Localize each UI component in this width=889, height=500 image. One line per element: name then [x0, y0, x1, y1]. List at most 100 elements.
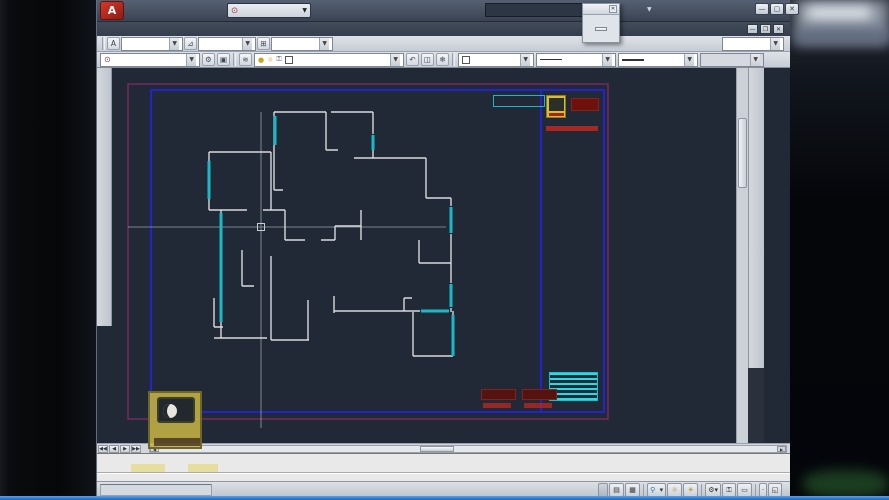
dim-style-icon[interactable]: ⊿: [184, 37, 197, 50]
work-area: [97, 68, 790, 443]
annotation-scale-button[interactable]: ⚲ ▾: [647, 483, 667, 497]
annotation-autoscale-icon[interactable]: ☀: [683, 483, 699, 497]
color-dropdown[interactable]: ▼: [458, 52, 534, 67]
layer-properties-icon[interactable]: ≋: [239, 53, 252, 66]
video-left-bar: [0, 0, 96, 500]
lineweight-dropdown[interactable]: ▼: [618, 52, 698, 67]
window-controls: — ▢ ✕: [755, 3, 799, 15]
layer-previous-icon[interactable]: ↶: [406, 53, 419, 66]
reference-note-label: [493, 95, 545, 107]
tab-nav-next-icon[interactable]: ▶: [120, 444, 130, 453]
toolbar-lock-icon[interactable]: ⚿: [722, 483, 736, 497]
quick-view-drawings-icon[interactable]: ▦: [625, 483, 641, 497]
weekedu-logo-image: [157, 397, 195, 423]
horizontal-scrollbar-thumb[interactable]: [420, 445, 454, 452]
chevron-down-icon[interactable]: ▼: [647, 6, 652, 13]
table-style-icon[interactable]: ⊞: [257, 37, 270, 50]
weekedu-watermark-logo: [148, 391, 202, 449]
autocad-logo-icon[interactable]: A: [100, 1, 124, 20]
doc-minimize-button[interactable]: —: [747, 24, 758, 34]
layer-dropdown[interactable]: ● ☼ ⚿ ▼: [254, 52, 404, 67]
vertical-scrollbar-thumb[interactable]: [738, 118, 747, 188]
crosshair-cursor: [128, 112, 446, 428]
legend-swatch-1: [481, 389, 516, 400]
quick-view-layouts-icon[interactable]: ▤: [609, 483, 625, 497]
right-dock-area: [748, 368, 764, 443]
menu-bar: — ❐ ✕: [97, 22, 790, 36]
table-style-dropdown[interactable]: ▼: [271, 36, 333, 51]
model-space-button[interactable]: [598, 483, 609, 497]
status-menu-icon[interactable]: ·: [759, 483, 767, 497]
layer-freeze-tool-icon[interactable]: ❄: [436, 53, 449, 66]
search-input[interactable]: [485, 3, 589, 17]
performance-icon[interactable]: ▭: [737, 483, 752, 497]
doc-restore-button[interactable]: ❐: [760, 24, 771, 34]
layer-freeze-icon: ☼: [267, 55, 274, 64]
horizontal-scrollbar[interactable]: ◀ ▶: [149, 444, 787, 453]
sheet-border-outer: [127, 83, 609, 420]
legend-caption-1: [483, 403, 511, 408]
floor-plan-walls: [208, 111, 454, 357]
close-button[interactable]: ✕: [785, 3, 799, 15]
legend-swatch-2: [522, 389, 557, 400]
autocad-window: A ⊙ ▼ ⌕ ☻ ▼ — ▢ ✕: [96, 0, 799, 497]
workspace-switching-icon[interactable]: ⚙▾: [705, 483, 721, 497]
text-style-icon[interactable]: A: [107, 37, 120, 50]
draw-toolbar: [97, 68, 112, 326]
workspace-dropdown[interactable]: ⊙ ▼: [227, 3, 311, 18]
status-bar: ▤ ▦ ⚲ ▾ ☼ ☀ ⚙▾ ⚿ ▭ · ◱: [97, 481, 790, 497]
layer-color-swatch: [284, 55, 293, 64]
blurred-logo: [807, 6, 871, 20]
weekedu-logo-subtext: [154, 438, 200, 446]
palette-start-button[interactable]: [595, 26, 607, 31]
text-style-dropdown[interactable]: ▼: [121, 36, 183, 51]
blurred-green-blob: [803, 470, 889, 498]
tab-nav-prev-icon[interactable]: ◀: [109, 444, 119, 453]
clean-screen-icon[interactable]: ◱: [768, 483, 782, 497]
minimize-button[interactable]: —: [755, 3, 769, 15]
workspaces-toolbar-dropdown[interactable]: ⊙ ▼: [100, 52, 200, 67]
layers-properties-toolbar: ⊙ ▼ ⚙ ▣ ≋ ● ☼ ⚿ ▼ ↶ ◫ ❄ ▼ ▼ ▼ ▼: [97, 52, 790, 68]
standard-toolbar: A ▼ ⊿ ▼ ⊞ ▼ ▼: [97, 36, 790, 52]
annotation-visibility-icon[interactable]: ☼: [667, 483, 683, 497]
sheet-red-stamp: [571, 98, 599, 111]
blurred-toolbar: [795, 28, 889, 44]
document-window-controls: — ❐ ✕: [747, 24, 784, 34]
layer-on-icon: ●: [258, 55, 265, 64]
faded-highlight-text: [188, 464, 218, 472]
layer-isolate-icon[interactable]: ◫: [421, 53, 434, 66]
maximize-button[interactable]: ▢: [770, 3, 784, 15]
coordinates-readout: [100, 484, 212, 496]
workspace-icon: ⊙: [231, 5, 239, 16]
tab-nav-first-icon[interactable]: ◀◀: [98, 444, 108, 453]
dim-style-dropdown[interactable]: ▼: [198, 36, 256, 51]
tab-nav-last-icon[interactable]: ▶▶: [131, 444, 141, 453]
video-right-bar: [789, 0, 889, 500]
workspace-settings-icon[interactable]: ⚙: [202, 53, 215, 66]
floating-palette[interactable]: ✕: [582, 3, 620, 43]
layer-lock-icon: ⚿: [276, 55, 282, 63]
scroll-right-icon[interactable]: ▶: [777, 445, 786, 452]
plot-style-dropdown: ▼: [700, 52, 764, 67]
doc-close-button[interactable]: ✕: [773, 24, 784, 34]
sheet-border-inner: [150, 89, 605, 413]
command-divider: [97, 472, 790, 473]
shortcut-notes: [613, 98, 736, 100]
linetype-dropdown[interactable]: ▼: [536, 52, 616, 67]
workspace-save-icon[interactable]: ▣: [217, 53, 230, 66]
sheet-logo-image: [546, 95, 566, 118]
legend-caption-2: [524, 403, 552, 408]
chevron-down-icon: ▼: [302, 7, 307, 14]
sheet-red-caption: [546, 126, 598, 131]
command-line-panel[interactable]: [97, 453, 790, 481]
model-space-canvas[interactable]: [112, 68, 736, 443]
video-frame: A ⊙ ▼ ⌕ ☻ ▼ — ▢ ✕: [0, 0, 889, 500]
mleader-style-dropdown[interactable]: ▼: [722, 36, 784, 51]
vertical-scrollbar[interactable]: [736, 68, 748, 443]
floor-plan-drawing: [127, 83, 609, 428]
video-progress-strip: [0, 496, 889, 500]
faded-highlight-text: [131, 464, 165, 472]
title-bar: A ⊙ ▼ ⌕ ☻ ▼ — ▢ ✕: [97, 0, 799, 22]
modify-toolbar: [748, 68, 764, 368]
palette-close-icon[interactable]: ✕: [609, 5, 617, 13]
